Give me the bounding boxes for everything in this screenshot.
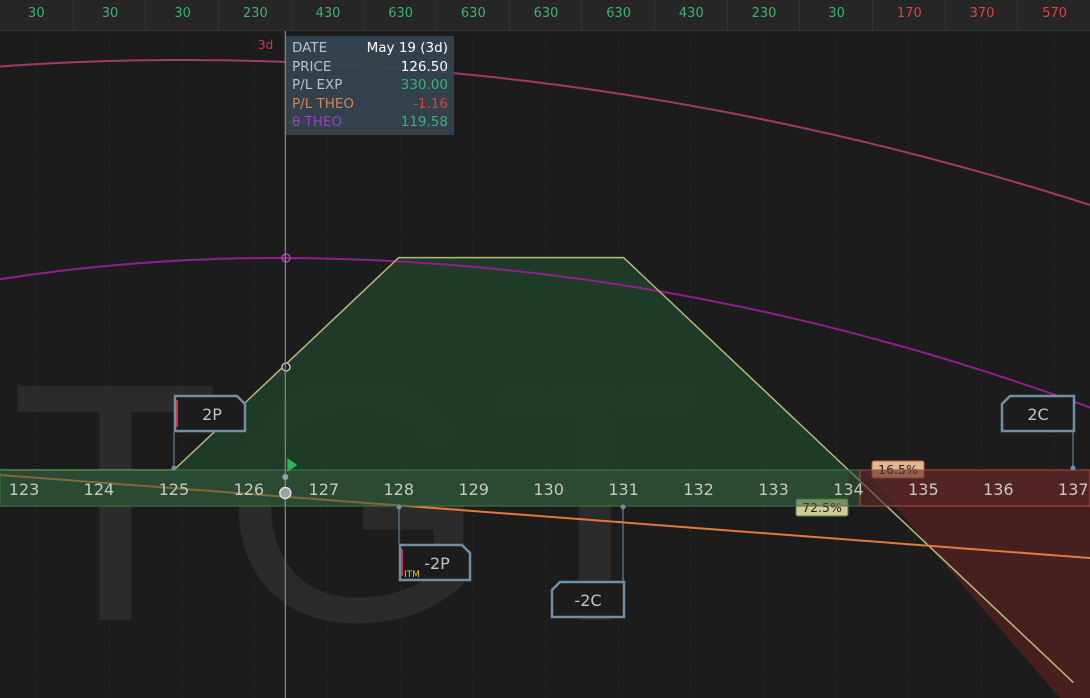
position-tag-anchor [171,465,177,471]
top-bar-pl-cell: 430 [290,0,365,30]
position-tag-label: -2C [574,591,601,610]
x-tick-label: 132 [683,480,714,499]
pl-exp-cursor-marker [281,362,291,372]
price-cursor-handle[interactable] [279,486,292,500]
cursor-days-label-left: 3d [258,38,274,52]
position-tag-anchor [1070,465,1076,471]
tooltip-price-row: PRICE 126.50 [292,58,448,77]
top-bar-pl-cell: 30 [28,6,45,21]
x-tick-label: 131 [608,480,639,499]
top-bar-pl-cell: 430 [654,0,728,30]
tooltip-pl-exp-value: 330.00 [400,77,448,93]
x-tick-label: 135 [908,480,939,499]
x-tick-label: 124 [84,480,115,499]
x-tick-label: 123 [9,480,40,499]
tooltip-theta-value: 119.58 [400,114,448,130]
tooltip-theta-label: θ THEO [292,114,343,130]
top-bar-pl-cell: 230 [726,0,801,30]
top-bar-pl-cell: 630 [508,0,583,30]
x-tick-label: 129 [458,480,489,499]
top-bar-pl-cell: 630 [363,0,437,30]
tooltip-date-value: May 19 (3d) [366,40,448,56]
x-axis-band-loss [859,469,1090,507]
top-bar-pl-cell: 630 [581,0,655,30]
x-tick-label: 127 [309,480,340,499]
position-tag-label: -2P [424,554,450,573]
x-tick-label: 137 [1058,480,1089,499]
price-cursor-dot [282,474,289,480]
top-bar-pl-cell: 30 [72,0,147,30]
top-bar-pl-cell: 570 [1017,0,1090,30]
tooltip-pl-theo-row: P/L THEO -1.16 [292,95,448,114]
top-pl-bar: 30 30 30 230 430 630 630 630 630 430 230 30 170 370 57… [0,0,1090,31]
position-tag-anchor [620,504,626,510]
tooltip-date-label: DATE [292,40,328,56]
x-tick-label: 126 [234,480,265,499]
x-tick-label: 130 [533,480,564,499]
position-tag-anchor [396,504,402,510]
position-tag-itm-badge: ITM [404,570,420,580]
top-bar-pl-cell: 230 [218,0,292,30]
position-tag-label: 2C [1027,405,1048,424]
x-tick-label: 125 [159,480,190,499]
x-tick-label: 134 [833,480,864,499]
tooltip-price-label: PRICE [292,58,332,75]
chart-canvas[interactable]: TGT 16.5%72.5% 1231241251261271281291301… [0,0,1090,698]
top-bar-pl-cell: 630 [436,0,510,30]
x-tick-label: 136 [983,480,1014,499]
top-bar-pl-cell: 370 [944,0,1019,30]
tooltip-pl-theo-value: -1.16 [413,95,448,112]
tooltip-theta-row: θ THEO 119.58 [292,113,448,132]
tooltip-pl-exp-label: P/L EXP [292,77,343,93]
x-axis-band-profit [0,469,861,507]
top-bar-pl-cell: 30 [145,0,219,30]
tooltip-pl-exp-row: P/L EXP 330.00 [292,76,448,95]
cursor-tooltip: DATE May 19 (3d) PRICE 126.50 P/L EXP 33… [286,36,454,135]
risk-profile-chart[interactable]: TGT 16.5%72.5% 1231241251261271281291301… [0,0,1090,698]
top-bar-pl-cell: 30 [799,0,873,30]
top-bar-pl-cell: 170 [872,0,946,30]
x-tick-label: 128 [383,480,414,499]
x-axis-band: 123 124 125 126 127 128 129 130 131 132 133 134 135 1… [0,469,1090,507]
tooltip-price-value: 126.50 [400,58,448,75]
x-tick-label: 133 [758,480,789,499]
tooltip-date-row: DATE May 19 (3d) [292,39,448,58]
tooltip-pl-theo-label: P/L THEO [292,95,355,112]
position-tag-label: 2P [202,405,222,424]
